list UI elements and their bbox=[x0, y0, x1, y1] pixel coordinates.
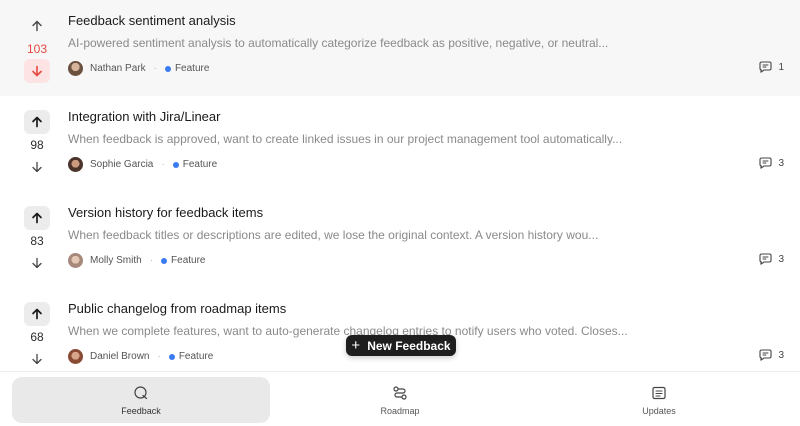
separator-dot: · bbox=[149, 255, 154, 266]
feedback-description: When feedback is approved, want to creat… bbox=[68, 132, 623, 146]
feedback-item[interactable]: 68 Public changelog from roadmap items W… bbox=[0, 288, 800, 372]
upvote-button[interactable] bbox=[24, 14, 50, 38]
arrow-up-icon bbox=[32, 212, 42, 224]
comments-number: 3 bbox=[778, 349, 784, 361]
tag-label: Feature bbox=[174, 63, 210, 74]
avatar bbox=[68, 349, 83, 364]
tag-label: Feature bbox=[178, 351, 214, 362]
comments-count[interactable]: 3 bbox=[759, 157, 784, 169]
vote-control: 83 bbox=[0, 192, 56, 288]
tab-roadmap[interactable]: Roadmap bbox=[271, 377, 529, 423]
avatar bbox=[68, 61, 83, 76]
bottom-tab-bar: Feedback Roadmap Updates bbox=[0, 371, 800, 426]
tab-feedback[interactable]: Feedback bbox=[12, 377, 270, 423]
tab-label: Roadmap bbox=[380, 405, 420, 416]
avatar bbox=[68, 253, 83, 268]
arrow-down-icon bbox=[32, 161, 42, 173]
upvote-button[interactable] bbox=[24, 302, 50, 326]
arrow-down-icon bbox=[32, 257, 42, 269]
tag-dot-icon bbox=[168, 353, 175, 360]
comment-icon bbox=[759, 253, 772, 265]
comments-count[interactable]: 1 bbox=[759, 61, 784, 73]
feedback-description: AI-powered sentiment analysis to automat… bbox=[68, 36, 609, 50]
downvote-button[interactable] bbox=[24, 155, 50, 179]
arrow-up-icon bbox=[32, 308, 42, 320]
downvote-button[interactable] bbox=[24, 347, 50, 371]
author-name: Daniel Brown bbox=[90, 351, 150, 362]
vote-count: 83 bbox=[30, 234, 44, 248]
feedback-chat-icon bbox=[134, 385, 148, 399]
feedback-title[interactable]: Feedback sentiment analysis bbox=[68, 13, 236, 28]
tab-label: Updates bbox=[642, 405, 676, 416]
new-feedback-button[interactable]: + New Feedback bbox=[346, 335, 456, 356]
vote-count: 98 bbox=[30, 138, 44, 152]
author-name: Sophie Garcia bbox=[90, 159, 154, 170]
updates-newspaper-icon bbox=[652, 386, 666, 399]
tag-dot-icon bbox=[161, 257, 168, 264]
feedback-list: 103 Feedback sentiment analysis AI-power… bbox=[0, 0, 800, 372]
arrow-down-icon bbox=[32, 65, 42, 77]
plus-icon: + bbox=[351, 337, 361, 354]
comment-icon bbox=[759, 157, 772, 169]
upvote-button[interactable] bbox=[24, 206, 50, 230]
vote-control: 98 bbox=[0, 96, 56, 192]
vote-control: 103 bbox=[0, 0, 56, 96]
comment-icon bbox=[759, 61, 772, 73]
feedback-description: When feedback titles or descriptions are… bbox=[68, 228, 599, 242]
comment-icon bbox=[759, 349, 772, 361]
feedback-meta: Daniel Brown · Feature bbox=[68, 349, 213, 364]
arrow-down-icon bbox=[32, 353, 42, 365]
author-name: Molly Smith bbox=[90, 255, 142, 266]
author-name: Nathan Park bbox=[90, 63, 146, 74]
roadmap-route-icon bbox=[393, 385, 407, 400]
feedback-meta: Molly Smith · Feature bbox=[68, 253, 206, 268]
feedback-title[interactable]: Version history for feedback items bbox=[68, 205, 263, 220]
vote-control: 68 bbox=[0, 288, 56, 372]
vote-count: 68 bbox=[30, 330, 44, 344]
separator-dot: · bbox=[153, 63, 157, 74]
arrow-up-icon bbox=[32, 20, 42, 32]
feedback-title[interactable]: Integration with Jira/Linear bbox=[68, 109, 220, 124]
comments-count[interactable]: 3 bbox=[759, 253, 784, 265]
avatar bbox=[68, 157, 83, 172]
feedback-title[interactable]: Public changelog from roadmap items bbox=[68, 301, 286, 316]
arrow-up-icon bbox=[32, 116, 42, 128]
feedback-item[interactable]: 98 Integration with Jira/Linear When fee… bbox=[0, 96, 800, 192]
feedback-meta: Sophie Garcia · Feature bbox=[68, 157, 217, 172]
tag-label: Feature bbox=[182, 159, 218, 170]
comments-number: 3 bbox=[778, 253, 784, 265]
tag-dot-icon bbox=[164, 65, 171, 72]
comments-count[interactable]: 3 bbox=[759, 349, 784, 361]
feedback-meta: Nathan Park · Feature bbox=[68, 61, 209, 76]
tab-updates[interactable]: Updates bbox=[530, 377, 788, 423]
tag-label: Feature bbox=[171, 255, 206, 266]
downvote-button[interactable] bbox=[24, 251, 50, 275]
new-feedback-label: New Feedback bbox=[367, 338, 451, 353]
feedback-item[interactable]: 83 Version history for feedback items Wh… bbox=[0, 192, 800, 288]
feedback-item[interactable]: 103 Feedback sentiment analysis AI-power… bbox=[0, 0, 800, 96]
comments-number: 3 bbox=[778, 157, 784, 169]
separator-dot: · bbox=[161, 159, 165, 170]
tab-label: Feedback bbox=[121, 405, 161, 416]
separator-dot: · bbox=[157, 351, 161, 362]
vote-count: 103 bbox=[26, 42, 48, 56]
tag-dot-icon bbox=[172, 161, 179, 168]
upvote-button[interactable] bbox=[24, 110, 50, 134]
downvote-button[interactable] bbox=[24, 59, 50, 83]
comments-number: 1 bbox=[778, 61, 784, 73]
